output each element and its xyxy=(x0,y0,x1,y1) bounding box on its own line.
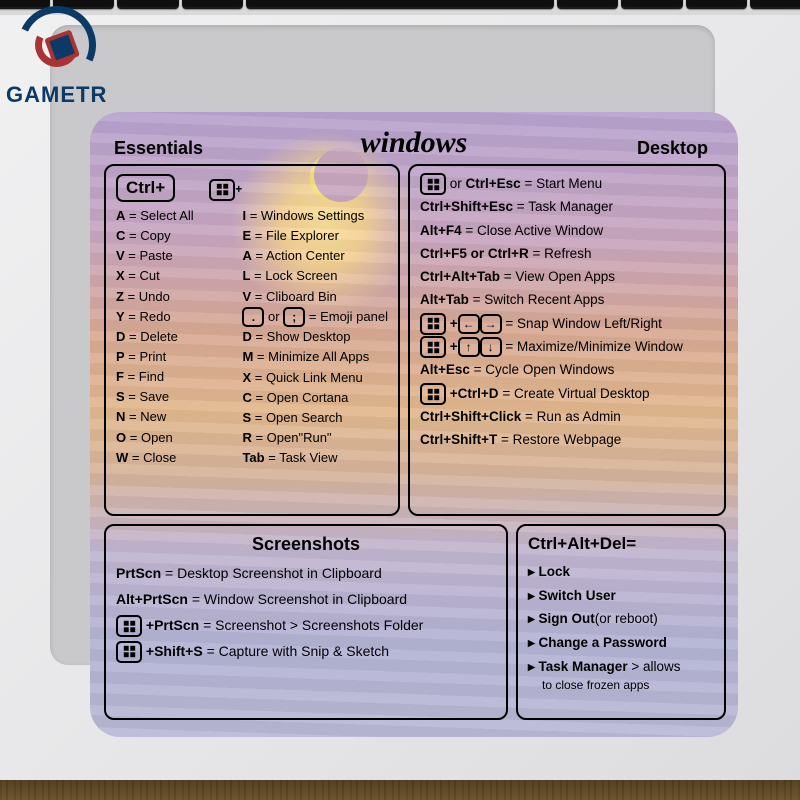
shortcut-row: I = Windows Settings xyxy=(242,206,388,226)
shortcut-row: P = Print xyxy=(116,347,236,367)
win-key-icon xyxy=(116,641,142,663)
shortcut-row: E = File Explorer xyxy=(242,226,388,246)
list-item: Change a Password xyxy=(528,631,714,655)
key-icon: . xyxy=(242,307,264,327)
shortcut-row: Alt+Tab = Switch Recent Apps xyxy=(420,288,714,311)
shortcut-row: S = Open Search xyxy=(242,408,388,428)
shortcut-row: Ctrl+Shift+Esc = Task Manager xyxy=(420,195,714,218)
shortcut-row: A = Select All xyxy=(116,206,236,226)
shortcut-row: Alt+Esc = Cycle Open Windows xyxy=(420,358,714,381)
win-key-icon xyxy=(420,336,446,358)
essentials-box: Ctrl+ + A = Select AllC = CopyV = PasteX… xyxy=(104,164,400,516)
essentials-win-col: I = Windows SettingsE = File ExplorerA =… xyxy=(242,206,388,468)
shortcut-row: Y = Redo xyxy=(116,307,236,327)
ctrl-key-label: Ctrl+ xyxy=(116,174,175,202)
shortcut-row: C = Copy xyxy=(116,226,236,246)
shortcut-row: R = Open"Run" xyxy=(242,428,388,448)
heading-essentials: Essentials xyxy=(114,138,203,159)
desktop-box: or Ctrl+Esc = Start MenuCtrl+Shift+Esc =… xyxy=(408,164,726,516)
essentials-head: Ctrl+ + xyxy=(116,172,388,206)
shortcut-row: S = Save xyxy=(116,387,236,407)
brand-logo-text: GAMETR xyxy=(6,82,107,108)
heading-screenshots: Screenshots xyxy=(116,534,496,555)
shortcut-row: +↑↓ = Maximize/Minimize Window xyxy=(420,335,714,358)
shortcut-row: PrtScn = Desktop Screenshot in Clipboard xyxy=(116,561,496,587)
heading-ctrlaltdel: Ctrl+Alt+Del= xyxy=(528,534,714,554)
shortcut-row: Ctrl+Shift+Click = Run as Admin xyxy=(420,405,714,428)
shortcut-row: D = Delete xyxy=(116,327,236,347)
shortcut-row: Tab = Task View xyxy=(242,448,388,468)
shortcut-row: Ctrl+Alt+Tab = View Open Apps xyxy=(420,265,714,288)
shortcut-row: F = Find xyxy=(116,367,236,387)
key-icon: ← xyxy=(458,314,480,334)
essentials-ctrl-col: A = Select AllC = CopyV = PasteX = CutZ … xyxy=(116,206,236,468)
shortcut-row: +←→ = Snap Window Left/Right xyxy=(420,312,714,335)
shortcut-row: Ctrl+Shift+T = Restore Webpage xyxy=(420,428,714,451)
key-icon: → xyxy=(480,314,502,334)
shortcut-row: N = New xyxy=(116,407,236,427)
shortcut-row: +Shift+S = Capture with Snip & Sketch xyxy=(116,639,496,665)
shortcut-row: M = Minimize All Apps xyxy=(242,347,388,367)
screenshots-box: Screenshots PrtScn = Desktop Screenshot … xyxy=(104,524,508,720)
key-icon: ↓ xyxy=(480,337,502,357)
win-key-icon xyxy=(420,173,446,195)
shortcut-row: W = Close xyxy=(116,448,236,468)
shortcut-row: D = Show Desktop xyxy=(242,327,388,347)
key-icon: ↑ xyxy=(458,337,480,357)
shortcut-row: V = Cliboard Bin xyxy=(242,287,388,307)
shortcut-row: . or ; = Emoji panel xyxy=(242,307,388,328)
shortcut-row: C = Open Cortana xyxy=(242,388,388,408)
list-item: Lock xyxy=(528,560,714,584)
shortcut-row: Ctrl+F5 or Ctrl+R = Refresh xyxy=(420,242,714,265)
list-item: Switch User xyxy=(528,584,714,608)
shortcut-row: +PrtScn = Screenshot > Screenshots Folde… xyxy=(116,613,496,639)
shortcut-row: +Ctrl+D = Create Virtual Desktop xyxy=(420,382,714,405)
brand-logo: GAMETR xyxy=(6,6,107,108)
win-key-icon xyxy=(420,313,446,335)
list-item: Sign Out(or reboot) xyxy=(528,607,714,631)
win-plus: + xyxy=(235,182,242,196)
shortcut-row: X = Cut xyxy=(116,266,236,286)
key-icon: ; xyxy=(283,307,305,327)
shortcut-row: L = Lock Screen xyxy=(242,266,388,286)
shortcut-sticker: windows Essentials Desktop Ctrl+ + A = S… xyxy=(90,112,738,737)
shortcut-row: Alt+PrtScn = Window Screenshot in Clipbo… xyxy=(116,587,496,613)
win-key-icon xyxy=(420,383,446,405)
heading-desktop: Desktop xyxy=(637,138,708,159)
shortcut-row: V = Paste xyxy=(116,246,236,266)
shortcut-row: Z = Undo xyxy=(116,287,236,307)
keyboard-row xyxy=(0,0,800,15)
shortcut-row: X = Quick Link Menu xyxy=(242,368,388,388)
shortcut-row: or Ctrl+Esc = Start Menu xyxy=(420,172,714,195)
brand-logo-ring xyxy=(7,0,107,95)
shortcut-row: Alt+F4 = Close Active Window xyxy=(420,219,714,242)
win-key-icon xyxy=(209,179,235,201)
list-item: Task Manager > allows xyxy=(528,655,714,679)
shortcut-row: O = Open xyxy=(116,428,236,448)
win-key-icon xyxy=(116,615,142,637)
shortcut-row: A = Action Center xyxy=(242,246,388,266)
list-item-note: to close frozen apps xyxy=(542,678,714,694)
ctrlaltdel-box: Ctrl+Alt+Del= LockSwitch UserSign Out(or… xyxy=(516,524,726,720)
